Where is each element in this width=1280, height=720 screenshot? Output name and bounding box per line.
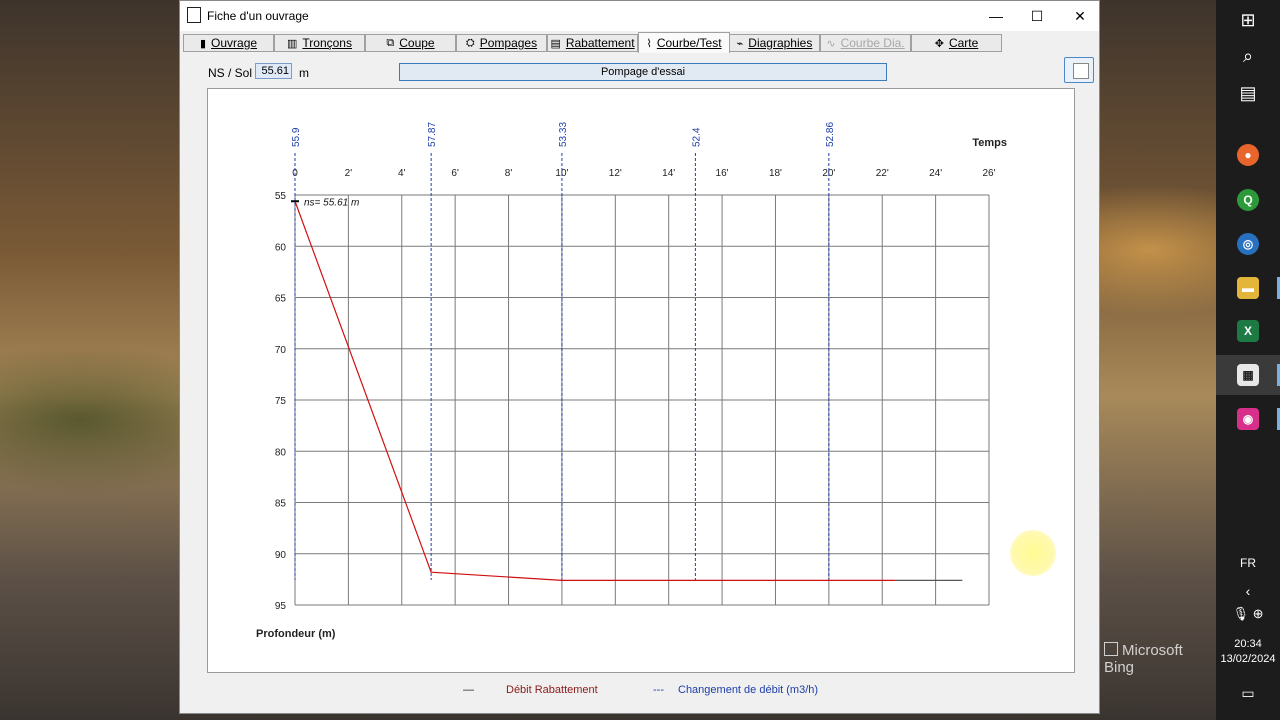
ns-sol-field[interactable]: 55.61: [255, 63, 292, 79]
flow-change-label: 57.87: [427, 122, 438, 147]
clock[interactable]: 20:34 13/02/2024: [1216, 637, 1280, 667]
chart-legend: — Débit Rabattement --- Changement de débit…: [180, 684, 1099, 698]
title-bar: Fiche d'un ouvrage — ☐ ✕: [180, 1, 1099, 31]
close-button[interactable]: ✕: [1057, 1, 1103, 31]
legend-label: Changement de débit (m3/h): [678, 684, 819, 696]
maximize-button[interactable]: ☐: [1014, 1, 1060, 31]
log-icon: ⌁: [736, 37, 744, 50]
legend-label: Débit Rabattement: [506, 684, 598, 696]
tab-coupe[interactable]: ⧉ Coupe: [365, 34, 456, 52]
y-tick-label: 60: [275, 242, 287, 253]
pompage-essai-button[interactable]: Pompage d'essai: [399, 63, 887, 81]
bars-icon: ▥: [287, 37, 298, 50]
legend-marker: —: [463, 684, 474, 696]
x-tick-label: 8': [505, 168, 513, 179]
series-line-0: [294, 201, 896, 581]
tab-pompages[interactable]: ⛭ Pompages: [456, 34, 547, 52]
book-icon: ▮: [199, 37, 207, 50]
x-tick-label: 24': [929, 168, 942, 179]
list-icon: ▤: [550, 37, 561, 50]
flow-change-label: 52.4: [691, 127, 702, 147]
flow-change-label: 53.33: [558, 122, 569, 147]
drawdown-chart: 02'4'6'8'10'12'14'16'18'20'22'24'26'5560…: [256, 122, 1007, 640]
x-axis-title: Temps: [972, 137, 1007, 149]
tab-label: Tronçons: [302, 36, 352, 50]
section-icon: ⧉: [386, 36, 395, 49]
tab-label: Carte: [948, 36, 979, 50]
ns-sol-label: NS / Sol :: [208, 66, 259, 80]
chart-panel: 02'4'6'8'10'12'14'16'18'20'22'24'26'5560…: [207, 88, 1075, 673]
y-tick-label: 90: [275, 550, 287, 561]
x-tick-label: 16': [716, 168, 729, 179]
y-tick-label: 80: [275, 447, 287, 458]
flow-change-label: 52.86: [825, 122, 836, 147]
mouse-cursor-highlight: [1010, 530, 1056, 576]
ns-annotation: ns= 55.61 m: [304, 197, 359, 208]
tab-ouvrage[interactable]: ▮ Ouvrage: [183, 34, 274, 52]
tab-courbe-dia: ∿ Courbe Dia.: [820, 34, 911, 52]
tab-label: Courbe/Test: [656, 36, 722, 50]
wave-icon: ∿: [826, 37, 836, 50]
minimize-button[interactable]: —: [973, 1, 1019, 31]
start-button[interactable]: ⊞: [1216, 0, 1280, 40]
x-tick-label: 14': [662, 168, 675, 179]
tab-label: Courbe Dia.: [840, 36, 905, 50]
tab-label: Rabattement: [565, 36, 635, 50]
y-tick-label: 70: [275, 345, 287, 356]
x-tick-label: 22': [876, 168, 889, 179]
x-tick-label: 4': [398, 168, 406, 179]
taskbar: ⊞ ⌕ ▤ ● Q ◎ ▬ X ▦ ◉ FR ‹ 🎙 ⊕ 20:34 13/02/…: [1216, 0, 1280, 720]
excel-icon[interactable]: X: [1216, 311, 1280, 351]
y-axis-title: Profondeur (m): [256, 628, 336, 640]
tab-diagraphies[interactable]: ⌁ Diagraphies: [729, 34, 820, 52]
color-app-icon[interactable]: ◉: [1216, 399, 1280, 439]
task-view-icon[interactable]: ▤: [1216, 73, 1280, 113]
x-tick-label: 18': [769, 168, 782, 179]
tab-carte[interactable]: ✥ Carte: [911, 34, 1002, 52]
notification-icon[interactable]: ▭: [1216, 673, 1280, 713]
map-icon: ✥: [934, 37, 944, 50]
tab-tronçons[interactable]: ▥ Tronçons: [274, 34, 365, 52]
x-tick-label: 26': [982, 168, 995, 179]
page-icon: [1073, 63, 1089, 79]
tab-label: Pompages: [479, 36, 538, 50]
ns-sol-unit: m: [299, 66, 309, 80]
globe-search-icon[interactable]: ◎: [1216, 224, 1280, 264]
mic-network-icon[interactable]: 🎙 ⊕: [1216, 594, 1280, 634]
ouvrage-app-icon[interactable]: ▦: [1216, 355, 1280, 395]
language-indicator[interactable]: FR: [1216, 556, 1280, 570]
flow-change-label: 55.9: [291, 127, 302, 147]
tab-label: Coupe: [399, 36, 435, 50]
pump-icon: ⛭: [465, 36, 475, 49]
tab-label: Diagraphies: [748, 36, 813, 50]
x-tick-label: 2': [345, 168, 353, 179]
legend-marker: ---: [653, 684, 664, 696]
file-explorer-icon[interactable]: ▬: [1216, 268, 1280, 308]
firefox-icon[interactable]: ●: [1216, 135, 1280, 175]
curve-icon: ⌇: [646, 37, 652, 50]
search-icon[interactable]: ⌕: [1216, 36, 1280, 76]
y-tick-label: 55: [275, 191, 287, 202]
qgis-icon[interactable]: Q: [1216, 180, 1280, 220]
y-tick-label: 75: [275, 396, 287, 407]
app-window: Fiche d'un ouvrage — ☐ ✕ ▮ Ouvrage ▥ Tronço…: [179, 0, 1100, 714]
window-title: Fiche d'un ouvrage: [207, 9, 309, 23]
bing-watermark: Microsoft Bing: [1104, 642, 1183, 676]
page-view-button[interactable]: [1064, 57, 1094, 83]
y-tick-label: 65: [275, 294, 287, 305]
x-tick-label: 12': [609, 168, 622, 179]
y-tick-label: 95: [275, 601, 287, 612]
book-app-icon: [187, 7, 201, 23]
tab-courbe-test[interactable]: ⌇ Courbe/Test: [638, 32, 730, 53]
tab-label: Ouvrage: [211, 36, 258, 50]
tab-rabattement[interactable]: ▤ Rabattement: [547, 34, 638, 52]
x-tick-label: 6': [451, 168, 459, 179]
y-tick-label: 85: [275, 499, 287, 510]
